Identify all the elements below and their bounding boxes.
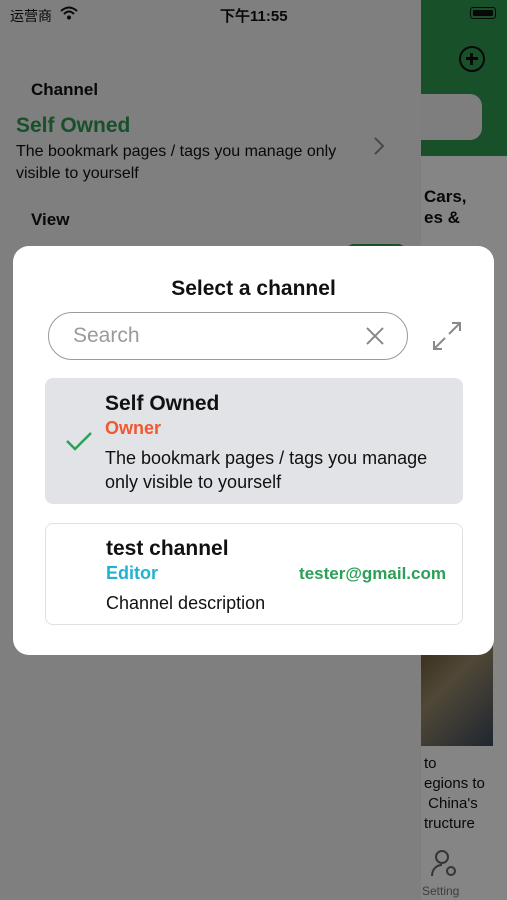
channel-description: The bookmark pages / tags you manage onl…	[105, 448, 428, 492]
select-channel-dialog: Select a channel Self Owned Owner The bo…	[13, 246, 494, 655]
search-box	[48, 312, 408, 360]
clear-icon[interactable]	[365, 326, 385, 346]
dialog-title: Select a channel	[171, 277, 336, 300]
search-input[interactable]	[73, 313, 353, 358]
channel-name: test channel	[106, 537, 229, 560]
channel-role: Owner	[105, 418, 162, 438]
channel-item-self-owned[interactable]: Self Owned Owner The bookmark pages / ta…	[45, 378, 463, 504]
checkmark-icon	[66, 432, 92, 451]
channel-role: Editor	[106, 563, 158, 583]
expand-icon[interactable]	[431, 320, 463, 352]
channel-item-test-channel[interactable]: test channel Editor tester@gmail.com Cha…	[45, 523, 463, 625]
channel-name: Self Owned	[105, 392, 220, 415]
channel-owner-email: tester@gmail.com	[299, 564, 446, 583]
channel-description: Channel description	[106, 593, 266, 613]
